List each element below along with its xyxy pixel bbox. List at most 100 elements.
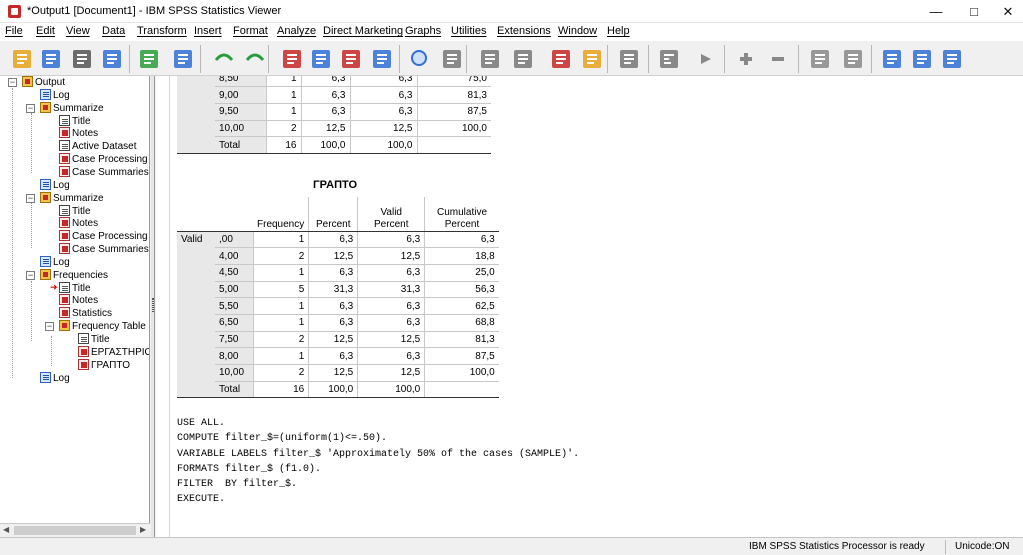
export-icon[interactable] bbox=[136, 46, 162, 72]
outline-node-log[interactable]: Log bbox=[40, 371, 70, 385]
open-icon[interactable] bbox=[9, 46, 35, 72]
outline-node-notes[interactable]: Notes bbox=[59, 217, 98, 230]
outline-node-summarize[interactable]: Summarize bbox=[40, 101, 104, 115]
menu-edit[interactable]: Edit bbox=[36, 25, 55, 37]
outline-node-case-processing[interactable]: Case Processing bbox=[59, 153, 148, 166]
outline-node-frequency-table[interactable]: Frequency Table bbox=[59, 320, 146, 333]
table-cell: 2 bbox=[252, 247, 309, 265]
outline-node-label: Output bbox=[35, 77, 66, 88]
menu-data[interactable]: Data bbox=[102, 25, 125, 37]
close-button[interactable]: ✕ bbox=[989, 0, 1023, 23]
menu-format[interactable]: Format bbox=[233, 25, 268, 37]
script-icon[interactable] bbox=[616, 46, 642, 72]
outline-node-active-dataset[interactable]: Active Dataset bbox=[59, 140, 136, 153]
menu-insert[interactable]: Insert bbox=[194, 25, 222, 37]
menu-help[interactable]: Help bbox=[607, 25, 630, 37]
outline-node-γραπτο[interactable]: ΓΡΑΠΤΟ bbox=[78, 358, 130, 372]
variables-icon[interactable] bbox=[338, 46, 364, 72]
outline-node-notes[interactable]: Notes bbox=[59, 294, 98, 307]
log-icon bbox=[40, 178, 51, 190]
insert-title-icon[interactable] bbox=[909, 46, 935, 72]
table-icon bbox=[59, 127, 70, 139]
redo-icon[interactable] bbox=[242, 46, 268, 72]
expand-icon[interactable] bbox=[733, 46, 759, 72]
collapse-toggle-icon[interactable]: − bbox=[8, 78, 17, 87]
table-cell: 2 bbox=[252, 331, 309, 349]
output-content-pane[interactable]: 8,50 1 6,3 6,3 75,0 9,00 1 6,3 6,3 81,3 9,50 1 6,3 6,… bbox=[156, 76, 1023, 537]
outline-horizontal-scrollbar[interactable]: ◀ ▶ bbox=[0, 523, 150, 537]
undo-icon[interactable] bbox=[211, 46, 237, 72]
menu-direct-marketing[interactable]: Direct Marketing bbox=[323, 25, 403, 37]
outline-node-log[interactable]: Log bbox=[40, 255, 70, 269]
hide-icon[interactable] bbox=[840, 46, 866, 72]
outline-node-case-processing[interactable]: Case Processing bbox=[59, 230, 148, 243]
outline-node-case-summaries[interactable]: Case Summaries bbox=[59, 243, 149, 256]
outline-node-title[interactable]: Title bbox=[59, 114, 91, 128]
table-row: 5,00 5 31,3 31,3 56,3 bbox=[177, 281, 499, 299]
window-title: *Output1 [Document1] - IBM SPSS Statisti… bbox=[27, 5, 282, 17]
scroll-thumb[interactable] bbox=[14, 526, 136, 535]
outline-node-statistics[interactable]: Statistics bbox=[59, 307, 112, 320]
row-value-label: 9,00 bbox=[215, 86, 266, 104]
insert-heading-icon[interactable] bbox=[879, 46, 905, 72]
outline-node-notes[interactable]: Notes bbox=[59, 127, 98, 140]
collapse-icon[interactable] bbox=[765, 46, 791, 72]
current-item-arrow-icon: ➜ bbox=[50, 281, 58, 292]
table-cell bbox=[416, 136, 491, 154]
goto-case-icon[interactable] bbox=[279, 46, 305, 72]
collapse-toggle-icon[interactable]: − bbox=[26, 193, 35, 203]
column-header: Frequency bbox=[253, 197, 309, 232]
pane-splitter[interactable] bbox=[151, 76, 155, 537]
outline-node-title[interactable]: Title bbox=[78, 333, 110, 346]
menu-graphs[interactable]: Graphs bbox=[405, 25, 441, 37]
forward-icon[interactable] bbox=[693, 46, 719, 72]
collapse-toggle-icon[interactable]: − bbox=[45, 322, 54, 332]
table-row: 8,50 1 6,3 6,3 75,0 bbox=[177, 76, 491, 88]
outline-node-title[interactable]: Title bbox=[59, 281, 91, 295]
collapse-toggle-icon[interactable]: − bbox=[26, 103, 35, 113]
select-cases-icon[interactable] bbox=[439, 46, 465, 72]
split-file-icon[interactable] bbox=[477, 46, 503, 72]
show-icon[interactable] bbox=[807, 46, 833, 72]
menu-view[interactable]: View bbox=[66, 25, 90, 37]
menu-window[interactable]: Window bbox=[558, 25, 597, 37]
menu-utilities[interactable]: Utilities bbox=[451, 25, 486, 37]
outline-node-label: ΕΡΓΑΣΤΗΡΙΟ bbox=[91, 346, 150, 358]
outline-pane[interactable]: Output − Log Summarize − Title Notes Active Dat… bbox=[0, 76, 150, 537]
recall-dialog-icon[interactable] bbox=[170, 46, 196, 72]
outline-node-log[interactable]: Log bbox=[40, 88, 70, 102]
back-icon[interactable] bbox=[660, 46, 686, 72]
outline-node-log[interactable]: Log bbox=[40, 178, 70, 192]
collapse-toggle-icon[interactable]: − bbox=[26, 270, 35, 280]
outline-node-εργαστηριο[interactable]: ΕΡΓΑΣΤΗΡΙΟ bbox=[78, 345, 150, 359]
weight-cases-icon[interactable] bbox=[510, 46, 536, 72]
outline-node-title[interactable]: Title bbox=[59, 204, 91, 218]
outline-node-case-summaries[interactable]: Case Summaries bbox=[59, 165, 149, 179]
insert-text-icon[interactable] bbox=[939, 46, 965, 72]
menu-transform[interactable]: Transform bbox=[137, 25, 187, 37]
maximize-button[interactable]: □ bbox=[955, 0, 993, 23]
menu-analyze[interactable]: Analyze bbox=[277, 25, 316, 37]
outline-node-output[interactable]: Output bbox=[22, 76, 65, 89]
zoom-icon[interactable] bbox=[407, 46, 433, 72]
outline-node-summarize[interactable]: Summarize bbox=[40, 191, 104, 205]
menu-file[interactable]: File bbox=[5, 25, 23, 37]
total-label: Total bbox=[215, 136, 266, 154]
scroll-right-arrow-icon[interactable]: ▶ bbox=[140, 526, 148, 534]
menu-extensions[interactable]: Extensions bbox=[497, 25, 551, 37]
goto-variable-icon[interactable] bbox=[308, 46, 334, 72]
table-row: Valid ,00 1 6,3 6,3 6,3 bbox=[177, 231, 499, 249]
text-icon[interactable] bbox=[579, 46, 605, 72]
scroll-left-arrow-icon[interactable]: ◀ bbox=[3, 526, 11, 534]
print-icon[interactable] bbox=[69, 46, 95, 72]
value-labels-icon[interactable] bbox=[548, 46, 574, 72]
save-icon[interactable] bbox=[38, 46, 64, 72]
outline-node-label: Notes bbox=[72, 295, 99, 307]
insert-table-icon[interactable] bbox=[369, 46, 395, 72]
print-preview-icon[interactable] bbox=[99, 46, 125, 72]
outline-node-frequencies[interactable]: Frequencies bbox=[40, 268, 108, 282]
table-cell: 1 bbox=[252, 231, 309, 249]
syntax-log-block: USE ALL. COMPUTE filter_$=(uniform(1)<=.5… bbox=[177, 416, 579, 508]
minimize-button[interactable]: — bbox=[917, 0, 955, 23]
outline-node-label: Log bbox=[53, 89, 70, 101]
